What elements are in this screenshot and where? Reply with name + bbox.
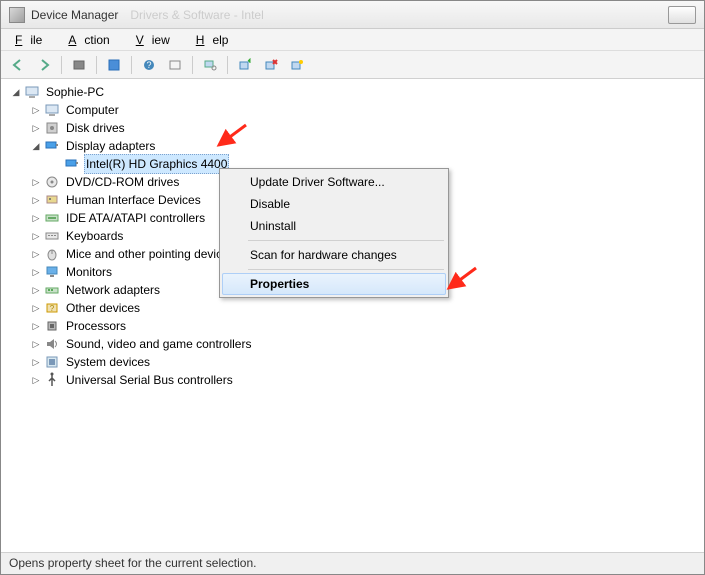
app-icon (9, 7, 25, 23)
window-title: Device Manager (31, 8, 118, 22)
context-menu-separator (248, 240, 444, 241)
forward-button[interactable] (33, 54, 55, 76)
expand-icon[interactable]: ▷ (31, 375, 41, 385)
toolbar: ? (1, 51, 704, 79)
sound-icon (44, 336, 60, 352)
expand-icon[interactable]: ▷ (31, 267, 41, 277)
tree-category-label[interactable]: Human Interface Devices (64, 191, 203, 209)
tree-category-label[interactable]: Processors (64, 317, 128, 335)
system-device-icon (44, 354, 60, 370)
context-menu-separator (248, 269, 444, 270)
tree-category[interactable]: ▷ Universal Serial Bus controllers (7, 371, 704, 389)
disk-icon (44, 120, 60, 136)
optical-drive-icon (44, 174, 60, 190)
back-button[interactable] (7, 54, 29, 76)
expand-icon[interactable]: ▷ (31, 213, 41, 223)
expand-icon[interactable]: ▷ (31, 357, 41, 367)
tree-category-label[interactable]: Display adapters (64, 137, 157, 155)
expand-icon[interactable]: ▷ (31, 231, 41, 241)
ide-icon (44, 210, 60, 226)
toolbar-separator (131, 56, 132, 74)
ghost-title: Drivers & Software - Intel (130, 8, 263, 22)
tree-category-label[interactable]: DVD/CD-ROM drives (64, 173, 181, 191)
refresh-button[interactable] (164, 54, 186, 76)
svg-text:?: ? (146, 60, 151, 70)
processor-icon (44, 318, 60, 334)
expand-icon[interactable]: ▷ (31, 339, 41, 349)
show-hidden-button[interactable] (68, 54, 90, 76)
tree-category[interactable]: ▷ Disk drives (7, 119, 704, 137)
display-adapter-icon (64, 156, 80, 172)
tree-category[interactable]: ◢ Display adapters (7, 137, 704, 155)
other-device-icon: ? (44, 300, 60, 316)
tree-root-label[interactable]: Sophie-PC (44, 83, 106, 101)
context-menu-item[interactable]: Update Driver Software... (222, 171, 446, 193)
help-button[interactable]: ? (138, 54, 160, 76)
svg-text:?: ? (50, 304, 55, 313)
tree-category-label[interactable]: Keyboards (64, 227, 125, 245)
tree-category-label[interactable]: Sound, video and game controllers (64, 335, 253, 353)
monitor-icon (44, 264, 60, 280)
expand-icon[interactable]: ▷ (31, 285, 41, 295)
tree-category-label[interactable]: Disk drives (64, 119, 127, 137)
expand-icon[interactable]: ▷ (31, 249, 41, 259)
menu-view[interactable]: View (128, 31, 186, 49)
tree-category-label[interactable]: Computer (64, 101, 121, 119)
tree-category[interactable]: ▷ Processors (7, 317, 704, 335)
context-menu-item[interactable]: Uninstall (222, 215, 446, 237)
hid-icon (44, 192, 60, 208)
context-menu-item[interactable]: Properties (222, 273, 446, 295)
uninstall-button[interactable] (260, 54, 282, 76)
tree-root[interactable]: ◢ Sophie-PC (7, 83, 704, 101)
tree-category-label[interactable]: System devices (64, 353, 152, 371)
expand-icon[interactable]: ▷ (31, 303, 41, 313)
toolbar-separator (61, 56, 62, 74)
minimize-button[interactable] (668, 6, 696, 24)
usb-icon (44, 372, 60, 388)
computer-icon (44, 102, 60, 118)
menu-help[interactable]: Help (188, 31, 245, 49)
tree-category[interactable]: ▷? Other devices (7, 299, 704, 317)
tree-category-label[interactable]: Other devices (64, 299, 142, 317)
context-menu: Update Driver Software...DisableUninstal… (219, 168, 449, 298)
computer-root-icon (24, 84, 40, 100)
tree-category[interactable]: ▷ Sound, video and game controllers (7, 335, 704, 353)
tree-category-label[interactable]: Universal Serial Bus controllers (64, 371, 235, 389)
toolbar-separator (192, 56, 193, 74)
collapse-icon[interactable]: ◢ (31, 141, 41, 151)
mouse-icon (44, 246, 60, 262)
tree-category-label[interactable]: Network adapters (64, 281, 162, 299)
scan-button[interactable] (199, 54, 221, 76)
menu-file[interactable]: File (7, 31, 58, 49)
tree-category[interactable]: ▷ System devices (7, 353, 704, 371)
expand-icon[interactable]: ▷ (31, 177, 41, 187)
titlebar: Device Manager Drivers & Software - Inte… (1, 1, 704, 29)
expand-icon[interactable]: ▷ (31, 321, 41, 331)
expand-icon[interactable]: ▷ (31, 105, 41, 115)
tree-category-label[interactable]: IDE ATA/ATAPI controllers (64, 209, 207, 227)
toolbar-separator (96, 56, 97, 74)
collapse-icon[interactable]: ◢ (11, 87, 21, 97)
device-tree[interactable]: ◢ Sophie-PC ▷ Computer ▷ Disk drives ◢ Displa… (1, 79, 704, 550)
toolbar-separator (227, 56, 228, 74)
keyboard-icon (44, 228, 60, 244)
display-adapter-icon (44, 138, 60, 154)
update-driver-button[interactable] (234, 54, 256, 76)
properties-button[interactable] (103, 54, 125, 76)
enable-button[interactable] (286, 54, 308, 76)
menu-action[interactable]: Action (60, 31, 125, 49)
context-menu-item[interactable]: Disable (222, 193, 446, 215)
tree-category[interactable]: ▷ Computer (7, 101, 704, 119)
tree-category-label[interactable]: Mice and other pointing devices (64, 245, 237, 263)
tree-category-label[interactable]: Monitors (64, 263, 114, 281)
status-text: Opens property sheet for the current sel… (9, 556, 256, 570)
tree-device-label[interactable]: Intel(R) HD Graphics 4400 (84, 154, 229, 174)
menubar: File Action View Help (1, 29, 704, 51)
context-menu-item[interactable]: Scan for hardware changes (222, 244, 446, 266)
expand-icon[interactable]: ▷ (31, 195, 41, 205)
status-bar: Opens property sheet for the current sel… (1, 552, 704, 574)
network-icon (44, 282, 60, 298)
expand-icon[interactable]: ▷ (31, 123, 41, 133)
